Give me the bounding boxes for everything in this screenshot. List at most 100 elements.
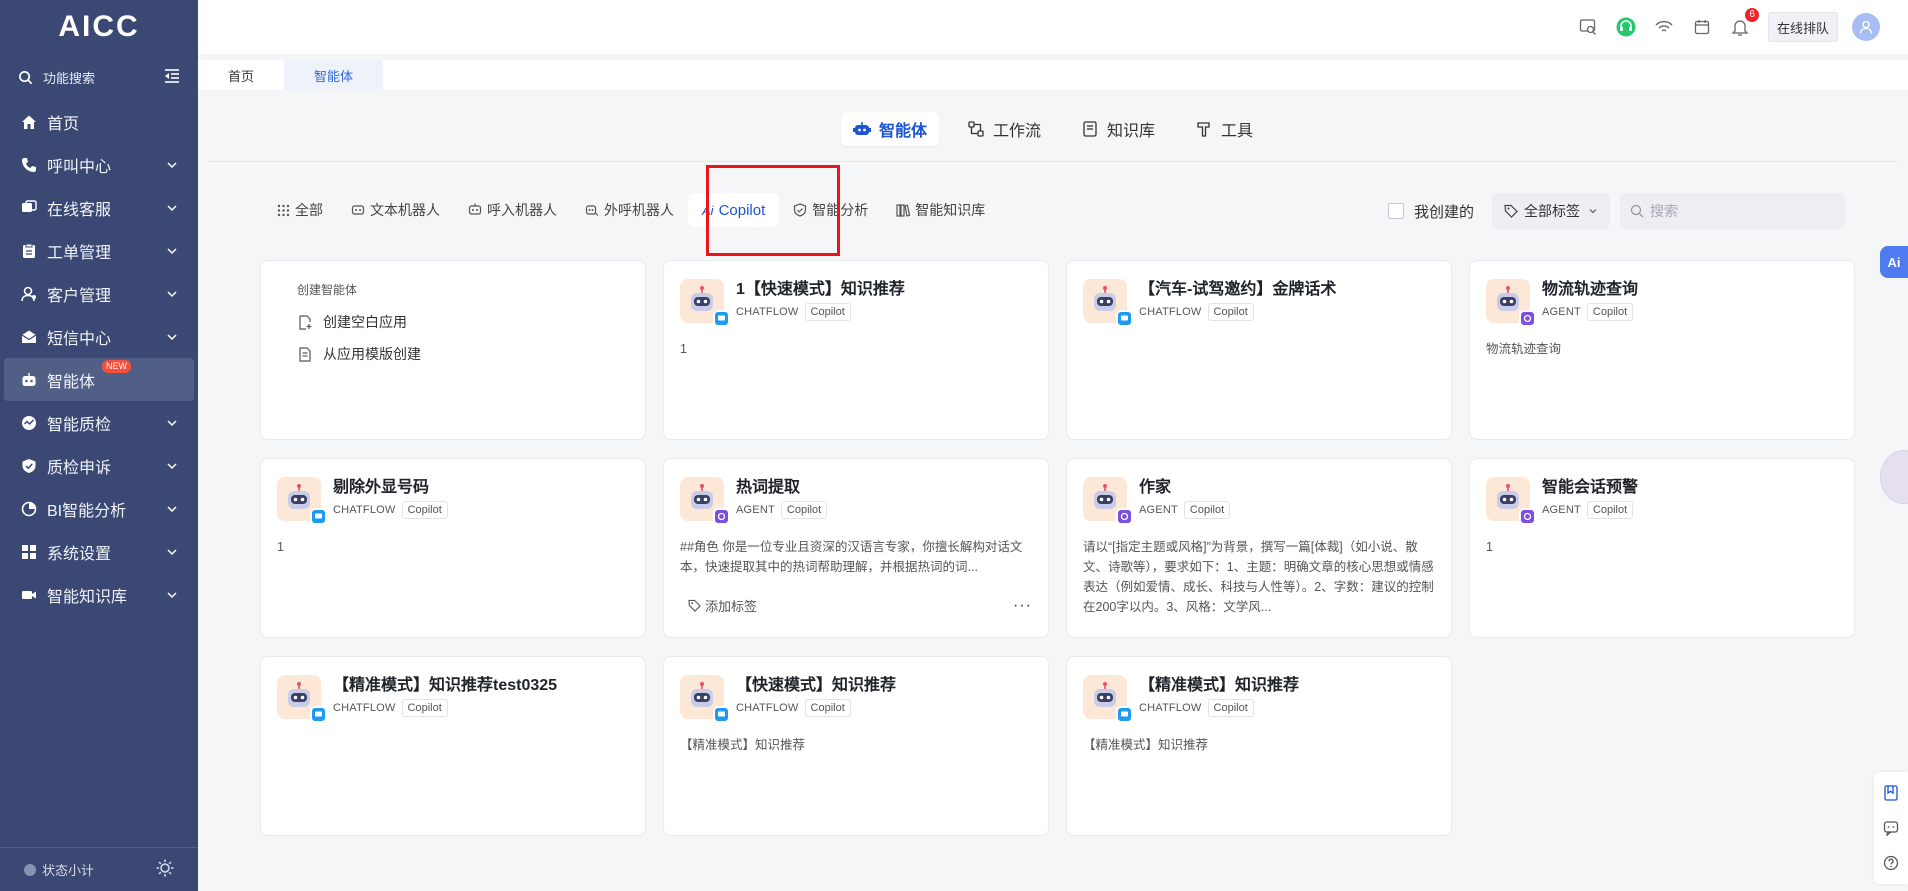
bookmark-icon[interactable]: [1882, 784, 1900, 802]
create-agent-card: 创建智能体 创建空白应用 从应用模版创建: [260, 260, 646, 440]
filter-label: 呼入机器人: [487, 202, 557, 218]
online-queue-button[interactable]: 在线排队: [1767, 12, 1838, 42]
chatflow-badge-icon: [310, 706, 327, 723]
agent-card[interactable]: 智能会话预警 AGENT Copilot 1: [1469, 458, 1855, 638]
app-logo: AICC: [58, 10, 140, 43]
create-agent-title: 创建智能体: [297, 283, 358, 297]
sidebar-item-customer-management[interactable]: 客户管理: [0, 272, 198, 315]
wifi-icon[interactable]: [1654, 17, 1674, 37]
calendar-icon[interactable]: [1692, 17, 1712, 37]
page-tab-home[interactable]: 首页: [198, 60, 284, 90]
filter-outbound-robot[interactable]: 外呼机器人: [571, 193, 688, 227]
mine-checkbox[interactable]: [1388, 203, 1404, 219]
sidebar-item-system-settings[interactable]: 系统设置: [0, 530, 198, 573]
user-avatar[interactable]: [1852, 13, 1880, 41]
agent-mode: CHATFLOW: [333, 702, 396, 714]
agent-description: 1: [1486, 540, 1493, 554]
agent-card[interactable]: 热词提取 AGENT Copilot ##角色 你是一位专业且资深的汉语言专家，你…: [663, 458, 1049, 638]
agent-card[interactable]: 1【快速模式】知识推荐 CHATFLOW Copilot 1: [663, 260, 1049, 440]
help-icon[interactable]: [1882, 854, 1900, 872]
filter-inbound-robot[interactable]: 呼入机器人: [454, 193, 571, 227]
sidebar-item-agents[interactable]: 智能体 NEW: [4, 358, 194, 401]
theme-toggle-icon[interactable]: [156, 859, 174, 880]
agent-name: 1【快速模式】知识推荐: [736, 281, 905, 298]
chevron-down-icon: [166, 417, 178, 429]
status-summary-label[interactable]: 状态小计: [42, 860, 94, 879]
agent-mode: AGENT: [736, 504, 775, 516]
agent-card[interactable]: 剔除外显号码 CHATFLOW Copilot 1: [260, 458, 646, 638]
more-options-button[interactable]: ···: [1013, 597, 1032, 615]
agent-mode: AGENT: [1542, 306, 1581, 318]
chatflow-badge-icon: [713, 310, 730, 327]
sidebar-item-online-service[interactable]: 在线客服: [0, 186, 198, 229]
filter-smart-knowledge[interactable]: 智能知识库: [882, 193, 999, 227]
create-blank-app-link[interactable]: 创建空白应用: [297, 306, 609, 338]
sidebar-item-sms-center[interactable]: 短信中心: [0, 315, 198, 358]
tag-select[interactable]: 全部标签: [1492, 193, 1611, 229]
robot-avatar-icon: [277, 675, 327, 723]
robot-avatar-icon: [277, 477, 327, 525]
filter-text-robot[interactable]: 文本机器人: [337, 193, 454, 227]
agent-tag: Copilot: [804, 699, 851, 717]
side-toolbar: [1874, 772, 1908, 884]
ai-assistant-button[interactable]: Ai: [1880, 246, 1908, 278]
sidebar-item-bi-analysis[interactable]: BI智能分析: [0, 487, 198, 530]
agent-mode: CHATFLOW: [736, 702, 799, 714]
tab-knowledge-base[interactable]: 知识库: [1069, 112, 1167, 146]
chevron-down-icon: [166, 546, 178, 558]
chatflow-badge-icon: [713, 706, 730, 723]
sidebar-item-label: 呼叫中心: [47, 158, 112, 176]
sidebar-item-ticket-management[interactable]: 工单管理: [0, 229, 198, 272]
agent-mode: CHATFLOW: [736, 306, 799, 318]
agent-name: 【汽车-试驾邀约】金牌话术: [1139, 281, 1337, 298]
shield-icon: [20, 457, 38, 475]
collapse-menu-icon[interactable]: [164, 68, 180, 86]
agent-tag: Copilot: [1586, 501, 1634, 519]
tab-agents[interactable]: 智能体: [840, 111, 939, 146]
agent-name: 【精准模式】知识推荐: [1139, 677, 1300, 694]
tag-icon: [688, 599, 701, 612]
tab-workflow[interactable]: 工作流: [955, 112, 1053, 146]
sidebar-item-label: 质检申诉: [47, 459, 112, 477]
agent-card[interactable]: 作家 AGENT Copilot 请以“[指定主题或风格]”为背景，撰写一篇[体裁…: [1066, 458, 1452, 638]
sidebar-item-smart-qc[interactable]: 智能质检: [0, 401, 198, 444]
page-tab-agents[interactable]: 智能体: [284, 60, 384, 90]
tab-tools[interactable]: 工具: [1183, 112, 1265, 146]
agent-description: ##角色 你是一位专业且资深的汉语言专家，你擅长解构对话文本，快速提取其中的热词…: [680, 540, 1023, 574]
headset-icon[interactable]: [1616, 17, 1636, 37]
robot-avatar-icon: [1486, 477, 1536, 525]
agent-name: 【精准模式】知识推荐test0325: [333, 677, 558, 694]
bell-icon[interactable]: 6: [1730, 8, 1759, 37]
robot-avatar-icon: [1083, 477, 1133, 525]
tab-label: 工具: [1221, 122, 1254, 140]
agent-card[interactable]: 物流轨迹查询 AGENT Copilot 物流轨迹查询: [1469, 260, 1855, 440]
agent-card[interactable]: 【快速模式】知识推荐 CHATFLOW Copilot 【精准模式】知识推荐: [663, 656, 1049, 836]
sidebar-item-call-center[interactable]: 呼叫中心: [0, 143, 198, 186]
search-box: [1620, 193, 1846, 229]
sidebar-item-knowledge-base[interactable]: 智能知识库: [0, 573, 198, 616]
sidebar-item-label: 在线客服: [47, 201, 112, 219]
dots-grid-icon: [276, 203, 290, 217]
agent-description: 请以“[指定主题或风格]”为背景，撰写一篇[体裁]（如小说、散文、诗歌等），要求…: [1083, 540, 1434, 614]
chevron-down-icon: [1588, 206, 1598, 216]
robot-avatar-icon: [1083, 279, 1133, 327]
notification-count-badge: 6: [1745, 8, 1759, 22]
robot-outbound-icon: [585, 203, 599, 217]
mine-checkbox-label[interactable]: 我创建的: [1414, 201, 1474, 222]
filter-all[interactable]: 全部: [262, 193, 337, 227]
sidebar-item-qc-appeal[interactable]: 质检申诉: [0, 444, 198, 487]
robot-avatar-icon: [680, 279, 730, 327]
agent-card-header: 智能会话预警 AGENT Copilot: [1486, 477, 1638, 525]
agent-card[interactable]: 【精准模式】知识推荐test0325 CHATFLOW Copilot: [260, 656, 646, 836]
workflow-icon: [967, 120, 985, 138]
message-search-icon[interactable]: [1578, 17, 1598, 37]
search-input[interactable]: [1650, 203, 1831, 219]
chat-bubble-icon[interactable]: [1882, 819, 1900, 837]
agent-card[interactable]: 【汽车-试驾邀约】金牌话术 CHATFLOW Copilot: [1066, 260, 1452, 440]
tag-icon: [1504, 204, 1518, 218]
agent-card[interactable]: 【精准模式】知识推荐 CHATFLOW Copilot 【精准模式】知识推荐: [1066, 656, 1452, 836]
sidebar-item-home[interactable]: 首页: [0, 100, 198, 143]
add-tag-button[interactable]: 添加标签: [705, 596, 757, 615]
function-search[interactable]: 功能搜索: [0, 54, 198, 100]
create-from-template-link[interactable]: 从应用模版创建: [297, 338, 609, 370]
